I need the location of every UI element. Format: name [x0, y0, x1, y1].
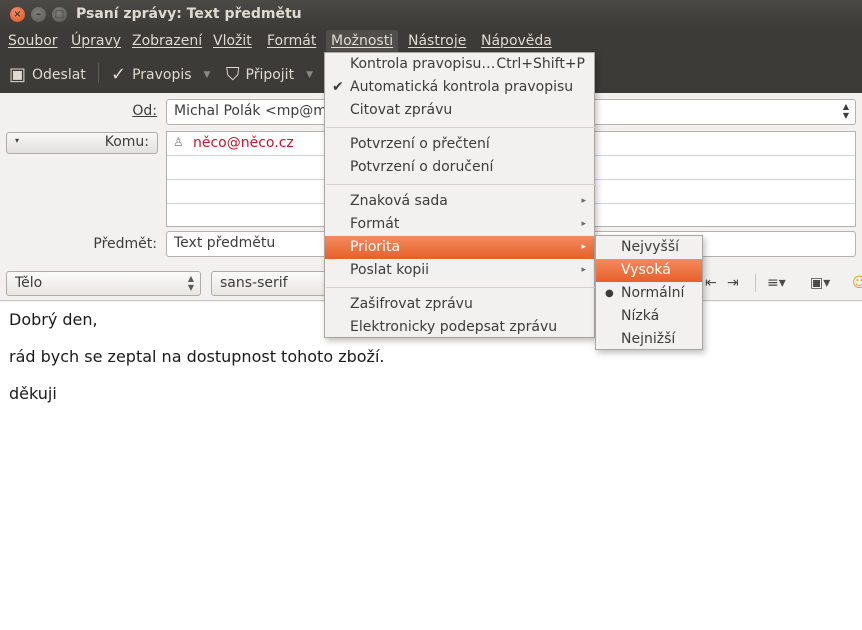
menu-item-label: Elektronicky podepsat zprávu — [350, 319, 558, 335]
menu-item-label: Potvrzení o přečtení — [350, 136, 490, 152]
submenu-arrow-icon: ▸ — [581, 242, 586, 252]
menu-item-spellcheck[interactable]: Kontrola pravopisu… Ctrl+Shift+P — [325, 53, 594, 76]
menu-item-label: Potvrzení o doručení — [350, 159, 494, 175]
checkmark-icon: ✔ — [332, 79, 344, 95]
chevron-down-icon: ▾ — [15, 136, 20, 145]
to-type-button[interactable]: ▾ Komu: — [6, 132, 158, 154]
menu-item-label: Vysoká — [621, 262, 671, 278]
menu-item-label: Nízká — [621, 308, 660, 324]
menu-format[interactable]: Formát — [267, 33, 316, 49]
attach-button[interactable]: ⛉ Připojit ▼ — [226, 64, 313, 85]
menu-item-label: Formát — [350, 216, 400, 232]
menu-item-label: Kontrola pravopisu… — [350, 56, 496, 72]
submenu-arrow-icon: ▸ — [581, 196, 586, 206]
options-menu: Kontrola pravopisu… Ctrl+Shift+P ✔ Autom… — [324, 52, 595, 338]
menu-upravy[interactable]: Úpravy — [71, 33, 121, 49]
menu-separator — [326, 127, 595, 128]
menu-item-encrypt[interactable]: Zašifrovat zprávu — [325, 293, 594, 316]
menu-item-read-receipt[interactable]: Potvrzení o přečtení — [325, 133, 594, 156]
menu-item-label: Citovat zprávu — [350, 102, 453, 118]
priority-lowest[interactable]: Nejnižší — [596, 328, 702, 351]
align-left-icon[interactable]: ≡▾ — [767, 275, 786, 291]
window-title: Psaní zprávy: Text předmětu — [76, 6, 302, 22]
close-window-icon[interactable]: × — [10, 7, 25, 22]
menu-vlozit[interactable]: Vložit — [213, 33, 252, 49]
from-value: Michal Polák <mp@mi — [174, 103, 331, 119]
menu-separator — [326, 287, 595, 288]
menu-soubor[interactable]: Soubor — [8, 33, 58, 49]
priority-low[interactable]: Nízká — [596, 305, 702, 328]
menu-napoveda[interactable]: Nápověda — [481, 33, 552, 49]
menu-item-send-copy[interactable]: Poslat kopii ▸ — [325, 259, 594, 282]
spellcheck-label: Pravopis — [132, 66, 192, 83]
menu-item-label: Znaková sada — [350, 193, 448, 209]
menu-item-auto-spellcheck[interactable]: ✔ Automatická kontrola pravopisu — [325, 76, 594, 99]
indent-icon[interactable]: ⇥ — [727, 275, 739, 291]
subject-value: Text předmětu — [174, 235, 276, 251]
menu-item-label: Automatická kontrola pravopisu — [350, 79, 574, 95]
menu-item-sign[interactable]: Elektronicky podepsat zprávu — [325, 316, 594, 339]
menu-bar: Soubor Úpravy Zobrazení Vložit Formát Mo… — [0, 29, 862, 53]
font-value: sans-serif — [220, 275, 288, 291]
menu-item-label: Zašifrovat zprávu — [350, 296, 473, 312]
menu-item-delivery-receipt[interactable]: Potvrzení o doručení — [325, 156, 594, 179]
menu-item-priority[interactable]: Priorita ▸ — [325, 236, 594, 259]
insert-image-icon[interactable]: ▣▾ — [810, 275, 830, 291]
spinner-icon: ▲ ▼ — [187, 274, 194, 292]
attach-label: Připojit — [245, 66, 295, 83]
paragraph-format-select[interactable]: Tělo ▲ ▼ — [6, 271, 201, 296]
recipient-email: něco@něco.cz — [193, 135, 294, 151]
menu-item-quote[interactable]: Citovat zprávu — [325, 99, 594, 122]
paragraph-format-value: Tělo — [15, 275, 43, 291]
priority-submenu: Nejvyšší Vysoká ● Normální Nízká Nejnižš… — [595, 235, 703, 350]
format-separator — [755, 274, 756, 292]
priority-high[interactable]: Vysoká — [596, 259, 702, 282]
priority-highest[interactable]: Nejvyšší — [596, 236, 702, 259]
from-label: Od: — [132, 103, 157, 119]
chevron-down-icon[interactable]: ▼ — [306, 70, 313, 80]
radio-dot-icon: ● — [605, 288, 614, 299]
menu-item-format[interactable]: Formát ▸ — [325, 213, 594, 236]
send-icon: ▣ — [9, 64, 27, 85]
spinner-icon: ▲ ▼ — [842, 102, 849, 120]
person-icon: ♙ — [173, 135, 184, 149]
menu-separator — [326, 184, 595, 185]
title-bar: × – □ Psaní zprávy: Text předmětu — [0, 0, 862, 29]
to-type-label: Komu: — [104, 134, 149, 150]
checkmark-icon: ✓ — [111, 64, 127, 85]
body-line: děkuji — [9, 384, 57, 403]
send-button[interactable]: ▣ Odeslat — [9, 64, 86, 85]
menu-item-charset[interactable]: Znaková sada ▸ — [325, 190, 594, 213]
chevron-down-icon[interactable]: ▼ — [204, 70, 211, 80]
outdent-icon[interactable]: ⇤ — [705, 275, 717, 291]
paperclip-icon: ⛉ — [226, 64, 240, 85]
priority-normal[interactable]: ● Normální — [596, 282, 702, 305]
menu-zobrazeni[interactable]: Zobrazení — [132, 33, 202, 49]
menu-item-label: Priorita — [350, 239, 401, 255]
font-select[interactable]: sans-serif — [211, 271, 331, 296]
shortcut-label: Ctrl+Shift+P — [496, 56, 585, 72]
body-line: rád bych se zeptal na dostupnost tohoto … — [9, 347, 385, 366]
menu-moznosti[interactable]: Možnosti — [326, 30, 399, 52]
spellcheck-button[interactable]: ✓ Pravopis ▼ — [111, 64, 210, 85]
menu-nastroje[interactable]: Nástroje — [408, 33, 466, 49]
toolbar-separator — [98, 63, 99, 83]
send-label: Odeslat — [32, 66, 86, 83]
menu-item-label: Poslat kopii — [350, 262, 430, 278]
submenu-arrow-icon: ▸ — [581, 265, 586, 275]
submenu-arrow-icon: ▸ — [581, 219, 586, 229]
minimize-window-icon[interactable]: – — [31, 7, 46, 22]
message-body[interactable]: Dobrý den, rád bych se zeptal na dostupn… — [0, 302, 862, 630]
menu-item-label: Nejnižší — [621, 331, 676, 347]
smiley-icon[interactable]: ☺ — [852, 275, 862, 291]
menu-item-label: Nejvyšší — [621, 239, 680, 255]
maximize-window-icon[interactable]: □ — [52, 7, 67, 22]
subject-label: Předmět: — [93, 236, 157, 252]
menu-item-label: Normální — [621, 285, 685, 301]
